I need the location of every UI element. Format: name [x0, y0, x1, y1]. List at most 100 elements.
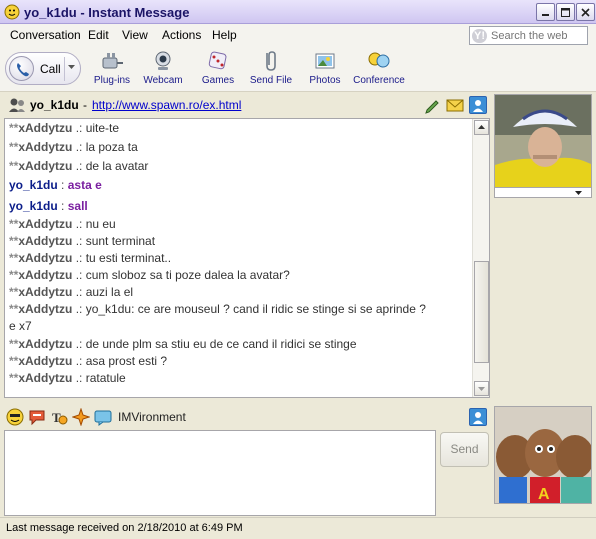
sender-prefix: **: [9, 159, 19, 173]
conversation-scrollbar[interactable]: [472, 119, 489, 397]
sender-name: xAddytzu: [18, 268, 73, 282]
menu-edit[interactable]: Edit: [88, 28, 109, 42]
message-separator: .:: [75, 217, 83, 231]
pencil-icon[interactable]: [424, 96, 442, 114]
message-row: **xAddytzu .: asa prost esti ?: [9, 354, 167, 368]
message-separator: .:: [75, 121, 83, 135]
sender-name: xAddytzu: [18, 371, 73, 385]
message-row: **xAddytzu .: de la avatar: [9, 159, 148, 173]
message-sender: **xAddytzu: [9, 354, 72, 368]
message-text: de la avatar: [85, 159, 149, 173]
message-row: **xAddytzu .: tu esti terminat..: [9, 251, 171, 265]
sender-name: xAddytzu: [18, 354, 73, 368]
speech-icon[interactable]: [28, 408, 46, 426]
web-search-input[interactable]: [491, 29, 587, 42]
send-button[interactable]: Send: [440, 432, 489, 467]
message-separator: .:: [75, 354, 83, 368]
sender-prefix: **: [9, 302, 19, 316]
conference-button[interactable]: Conference: [351, 50, 407, 90]
imvironment-label[interactable]: IMVironment: [118, 410, 186, 424]
message-row: **xAddytzu .: de unde plm sa stiu eu de …: [9, 337, 357, 351]
text-style-icon[interactable]: T: [50, 408, 68, 426]
webcam-button[interactable]: Webcam: [135, 50, 191, 90]
status-link[interactable]: http://www.spawn.ro/ex.html: [92, 98, 241, 112]
contact-icon: [473, 412, 483, 424]
sender-prefix: **: [9, 217, 19, 231]
web-search-box[interactable]: Y!: [469, 26, 588, 45]
im-window: yo_k1du - Instant Message Conversation E…: [0, 0, 596, 539]
photos-button[interactable]: Photos: [297, 50, 353, 90]
message-separator: .:: [75, 302, 83, 316]
messenger-logo-icon: [4, 4, 20, 20]
chevron-down-icon[interactable]: [68, 63, 76, 71]
message-text: ratatule: [85, 371, 126, 385]
message-text: asta e: [67, 178, 102, 192]
webcam-icon: [155, 51, 171, 70]
sender-prefix: **: [9, 251, 19, 265]
sender-prefix: **: [9, 234, 19, 248]
message-sender: yo_k1du: [9, 199, 58, 213]
message-sender: **xAddytzu: [9, 140, 72, 154]
sender-name: xAddytzu: [18, 234, 73, 248]
menu-conversation[interactable]: Conversation: [10, 28, 81, 42]
games-label: Games: [201, 75, 235, 86]
message-text: asa prost esti ?: [85, 354, 168, 368]
sender-prefix: **: [9, 354, 19, 368]
sender-name: xAddytzu: [18, 140, 73, 154]
message-row: **xAddytzu .: auzi la el: [9, 285, 133, 299]
plugins-label: Plug-ins: [93, 75, 131, 86]
my-avatar: A: [494, 406, 592, 504]
close-button[interactable]: [576, 3, 595, 21]
message-separator: :: [61, 199, 65, 213]
message-input[interactable]: [4, 430, 436, 516]
contact-details-button[interactable]: [469, 96, 487, 114]
plugins-button[interactable]: Plug-ins: [84, 50, 140, 90]
menu-actions[interactable]: Actions: [162, 28, 201, 42]
sparkle-icon[interactable]: [72, 408, 90, 426]
chevron-down-icon[interactable]: [575, 190, 583, 196]
message-sender: **xAddytzu: [9, 159, 72, 173]
message-separator: .:: [75, 140, 83, 154]
toolbar: Call Plug-ins Webcam Games Send File Pho…: [0, 46, 596, 92]
sender-prefix: **: [9, 121, 19, 135]
scroll-thumb[interactable]: [474, 261, 489, 363]
sender-prefix: **: [9, 285, 19, 299]
svg-text:A: A: [538, 486, 550, 503]
my-display-image-button[interactable]: [469, 408, 487, 426]
conversation-log: **xAddytzu .: uite-te **xAddytzu .: la po…: [4, 118, 490, 398]
call-button[interactable]: Call: [5, 52, 81, 85]
sender-name: xAddytzu: [18, 285, 73, 299]
scroll-up-icon: [478, 125, 485, 129]
message-sender: **xAddytzu: [9, 302, 72, 316]
yahoo-logo-icon: Y!: [472, 28, 487, 43]
title-bar: yo_k1du - Instant Message: [0, 0, 596, 24]
contact-icon: [473, 100, 483, 112]
send-file-icon: [266, 51, 276, 71]
send-file-label: Send File: [249, 75, 293, 86]
mail-icon[interactable]: [446, 96, 464, 114]
scroll-down-button[interactable]: [474, 381, 489, 396]
maximize-button[interactable]: [556, 3, 575, 21]
menu-help[interactable]: Help: [212, 28, 237, 42]
phone-icon: [9, 56, 34, 81]
sender-name: xAddytzu: [18, 251, 73, 265]
message-row: **xAddytzu .: la poza ta: [9, 140, 138, 154]
games-icon: [208, 51, 227, 70]
sender-name: xAddytzu: [18, 121, 73, 135]
message-row: e x7: [9, 319, 32, 333]
games-button[interactable]: Games: [190, 50, 246, 90]
message-sender: **xAddytzu: [9, 337, 72, 351]
message-sender: **xAddytzu: [9, 217, 72, 231]
scroll-up-button[interactable]: [474, 120, 489, 135]
minimize-button[interactable]: [536, 3, 555, 21]
smiley-icon[interactable]: [6, 408, 24, 426]
buddy-icon: [9, 98, 25, 112]
maximize-icon: [561, 7, 570, 17]
message-separator: .:: [75, 159, 83, 173]
buddy-avatar: [494, 94, 592, 188]
message-sender: **xAddytzu: [9, 285, 72, 299]
menu-view[interactable]: View: [122, 28, 148, 42]
send-file-button[interactable]: Send File: [243, 50, 299, 90]
chat-icon[interactable]: [94, 408, 112, 426]
call-divider: [64, 57, 65, 81]
